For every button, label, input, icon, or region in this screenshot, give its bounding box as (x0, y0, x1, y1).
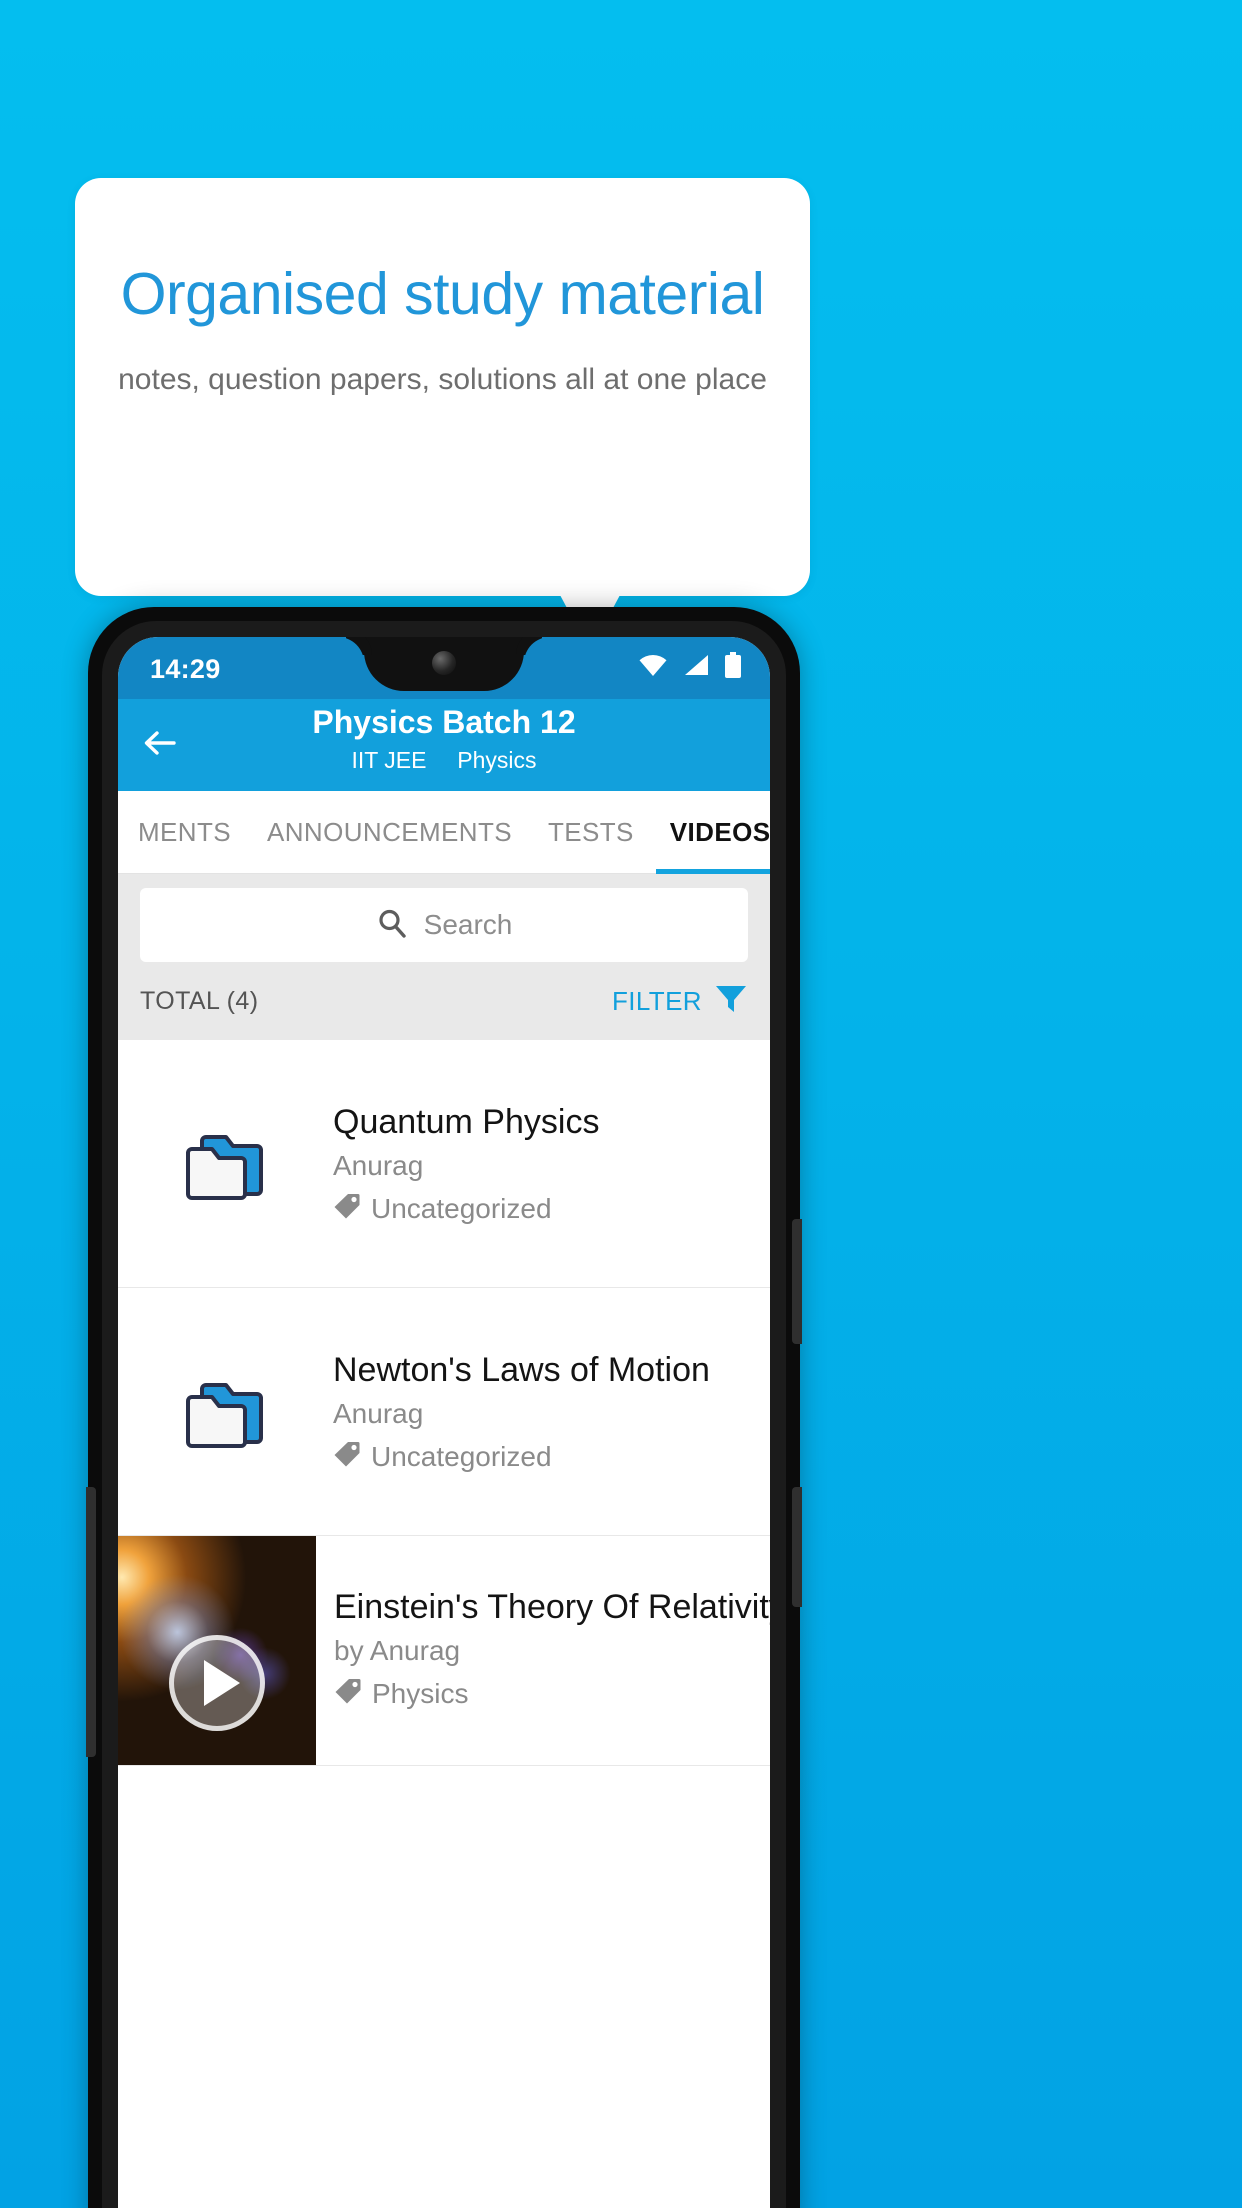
list-item[interactable]: Einstein's Theory Of Relativity by Anura… (118, 1536, 770, 1766)
list-item-title: Quantum Physics (333, 1102, 600, 1141)
status-time: 14:29 (150, 654, 221, 684)
tab-announcements[interactable]: ANNOUNCEMENTS (267, 791, 512, 874)
phone-left-side-button[interactable] (86, 1487, 96, 1757)
front-camera-icon (432, 651, 456, 675)
breadcrumb: IIT JEE Physics (118, 747, 770, 774)
tag-icon (333, 1440, 361, 1473)
search-icon (376, 907, 408, 944)
breadcrumb-subject: Physics (457, 747, 537, 773)
play-icon[interactable] (169, 1634, 265, 1731)
list-item-tag-text: Physics (372, 1677, 469, 1709)
filter-button[interactable]: FILTER (612, 983, 748, 1020)
list-item-tag-text: Uncategorized (371, 1192, 552, 1224)
filter-funnel-icon (714, 983, 748, 1020)
promo-card: Organised study material notes, question… (75, 178, 810, 596)
page-title: Physics Batch 12 (312, 704, 576, 740)
list-item-body: Quantum Physics Anurag Uncategorized (333, 1102, 770, 1225)
app-bar: Physics Batch 12 IIT JEE Physics (118, 699, 770, 791)
tab-assignments-label: MENTS (138, 816, 231, 847)
search-input[interactable]: Search (140, 888, 748, 962)
list-item-tag: Uncategorized (333, 1440, 752, 1473)
list-item-author: Anurag (333, 1398, 424, 1430)
list-item-author: by Anurag (334, 1635, 461, 1666)
list-item-body: Einstein's Theory Of Relativity by Anura… (316, 1536, 770, 1765)
tag-icon (333, 1192, 361, 1225)
status-bar: 14:29 (118, 637, 770, 699)
list-item-tag: Uncategorized (333, 1192, 752, 1225)
list-item[interactable]: Newton's Laws of Motion Anurag Uncategor… (118, 1288, 770, 1536)
promo-screenshot: Organised study material notes, question… (0, 0, 1242, 2208)
filter-label: FILTER (611, 985, 702, 1016)
phone-volume-button[interactable] (792, 1487, 802, 1607)
video-thumbnail[interactable] (118, 1536, 316, 1765)
wifi-icon (638, 653, 668, 682)
phone-bezel: 14:29 Physics Batch 12 IIT JEE Physics M… (102, 621, 786, 2208)
signal-icon (682, 653, 710, 682)
total-count-label: TOTAL (4) (140, 986, 259, 1015)
list-item[interactable]: Quantum Physics Anurag Uncategorized (118, 1040, 770, 1288)
phone-power-button[interactable] (792, 1219, 802, 1344)
list-header: TOTAL (4) FILTER (118, 962, 770, 1040)
tab-announcements-label: ANNOUNCEMENTS (267, 816, 512, 847)
list-item-title: Newton's Laws of Motion (333, 1350, 710, 1389)
list-item-tag-text: Uncategorized (371, 1440, 552, 1472)
tab-bar: MENTS ANNOUNCEMENTS TESTS VIDEOS (118, 791, 770, 874)
tab-videos-label: VIDEOS (669, 816, 770, 847)
breadcrumb-exam: IIT JEE (351, 747, 427, 773)
status-icons (638, 652, 742, 683)
promo-subtitle: notes, question papers, solutions all at… (118, 363, 767, 396)
phone-notch (364, 637, 524, 691)
phone-screen: 14:29 Physics Batch 12 IIT JEE Physics M… (118, 637, 770, 2208)
tag-icon (334, 1677, 362, 1710)
list-item-author: Anurag (333, 1150, 424, 1182)
tab-assignments[interactable]: MENTS (138, 791, 231, 874)
folder-icon (118, 1123, 333, 1205)
search-section: Search (118, 874, 770, 962)
folder-icon (118, 1371, 333, 1453)
tab-videos[interactable]: VIDEOS (655, 791, 770, 874)
phone-mockup: 14:29 Physics Batch 12 IIT JEE Physics M… (86, 607, 802, 2208)
battery-icon (724, 652, 742, 683)
tab-tests-label: TESTS (548, 816, 634, 847)
list-item-tag: Physics (334, 1677, 770, 1710)
list-item-title: Einstein's Theory Of Relativity (334, 1588, 770, 1626)
list-item-body: Newton's Laws of Motion Anurag Uncategor… (333, 1350, 770, 1473)
promo-title: Organised study material (120, 261, 765, 327)
play-triangle (204, 1659, 240, 1706)
tab-tests[interactable]: TESTS (548, 791, 634, 874)
search-placeholder: Search (423, 909, 513, 940)
